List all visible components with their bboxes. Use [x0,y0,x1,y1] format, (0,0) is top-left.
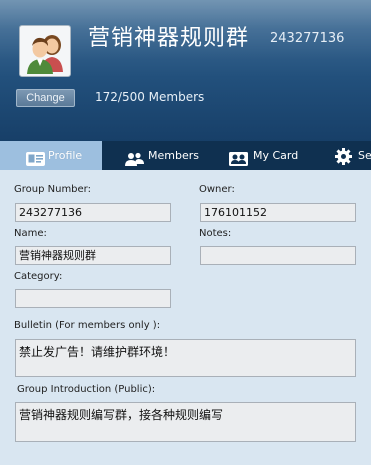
tab-bar: Profile Members My Card Se [0,141,371,170]
owner-field[interactable]: 176101152 [200,203,356,222]
intro-label: Group Introduction (Public): [17,384,156,395]
group-number-field[interactable]: 243277136 [15,203,171,222]
tab-my-card[interactable]: My Card [196,141,304,170]
profile-panel: Group Number: 243277136 Owner: 176101152… [0,170,371,465]
bulletin-label: Bulletin (For members only ): [14,320,161,331]
tab-settings[interactable]: Se [304,141,371,170]
intro-textarea[interactable]: 营销神器规则编写群，接各种规则编写 [15,402,356,442]
group-number-label: Group Number: [14,184,91,195]
name-label: Name: [14,228,47,239]
category-label: Category: [14,271,63,282]
tab-members-label: Members [148,149,199,162]
change-avatar-button[interactable]: Change [16,89,75,107]
bulletin-textarea[interactable]: 禁止发广告！请维护群环境！ [15,339,356,377]
tab-profile-label: Profile [48,149,83,162]
name-field[interactable]: 营销神器规则群 [15,246,171,265]
group-header: Change 营销神器规则群 243277136 172/500 Members [0,0,371,141]
tab-profile[interactable]: Profile [0,141,102,170]
tab-my-card-label: My Card [253,149,299,162]
notes-field[interactable] [200,246,356,265]
member-count: 172/500 Members [95,90,205,104]
notes-label: Notes: [199,228,232,239]
tab-settings-label: Se [358,149,371,162]
group-number-heading: 243277136 [270,31,345,46]
group-people-icon [27,35,63,74]
owner-label: Owner: [199,184,235,195]
category-field[interactable] [15,289,171,308]
group-avatar[interactable] [19,25,71,77]
group-name-title: 营销神器规则群 [88,26,250,51]
gear-icon [335,147,352,170]
tab-members[interactable]: Members [102,141,199,170]
